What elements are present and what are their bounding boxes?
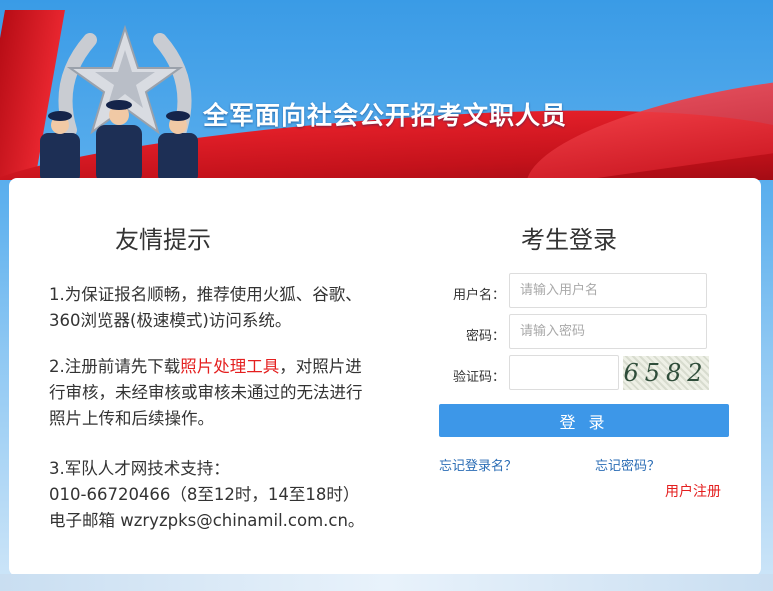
tech-support-phone: 010-66720466（8至12时，14至18时）: [49, 485, 360, 504]
register-link[interactable]: 用户注册: [665, 481, 721, 501]
notice-tip-2-pre: 2.注册前请先下载: [49, 357, 181, 376]
site-title: 全军面向社会公开招考文职人员: [203, 101, 568, 130]
forgot-username-link[interactable]: 忘记登录名？: [439, 455, 517, 474]
captcha-image[interactable]: 6582: [623, 356, 709, 390]
notice-title: 友情提示: [115, 226, 211, 254]
header-banner: 全军面向社会公开招考文职人员: [0, 0, 773, 180]
main-card: 友情提示 1.为保证报名顺畅，推荐使用火狐、谷歌、360浏览器(极速模式)访问系…: [9, 178, 761, 576]
notice-tip-3: 3.军队人才网技术支持： 010-66720466（8至12时，14至18时） …: [49, 456, 369, 534]
password-input[interactable]: [509, 314, 707, 349]
photo-tool-link[interactable]: 照片处理工具: [180, 357, 279, 376]
password-label: 密码：: [465, 329, 505, 344]
username-input[interactable]: [509, 273, 707, 308]
tech-support-label: 3.军队人才网技术支持：: [49, 459, 230, 478]
soldiers-illustration: [40, 100, 198, 180]
username-label: 用户名：: [452, 288, 505, 303]
login-title: 考生登录: [521, 226, 617, 254]
tech-support-email: 电子邮箱 wzryzpks@chinamil.com.cn。: [49, 511, 365, 530]
forgot-password-link[interactable]: 忘记密码？: [595, 455, 660, 474]
login-button[interactable]: 登 录: [439, 404, 729, 437]
notice-tip-1: 1.为保证报名顺畅，推荐使用火狐、谷歌、360浏览器(极速模式)访问系统。: [49, 285, 362, 330]
captcha-input[interactable]: [509, 355, 619, 390]
notice-tip-2: 2.注册前请先下载照片处理工具，对照片进行审核，未经审核或审核未通过的无法进行照…: [49, 354, 369, 432]
captcha-label: 验证码：: [452, 370, 505, 385]
bottom-background: [0, 574, 773, 591]
